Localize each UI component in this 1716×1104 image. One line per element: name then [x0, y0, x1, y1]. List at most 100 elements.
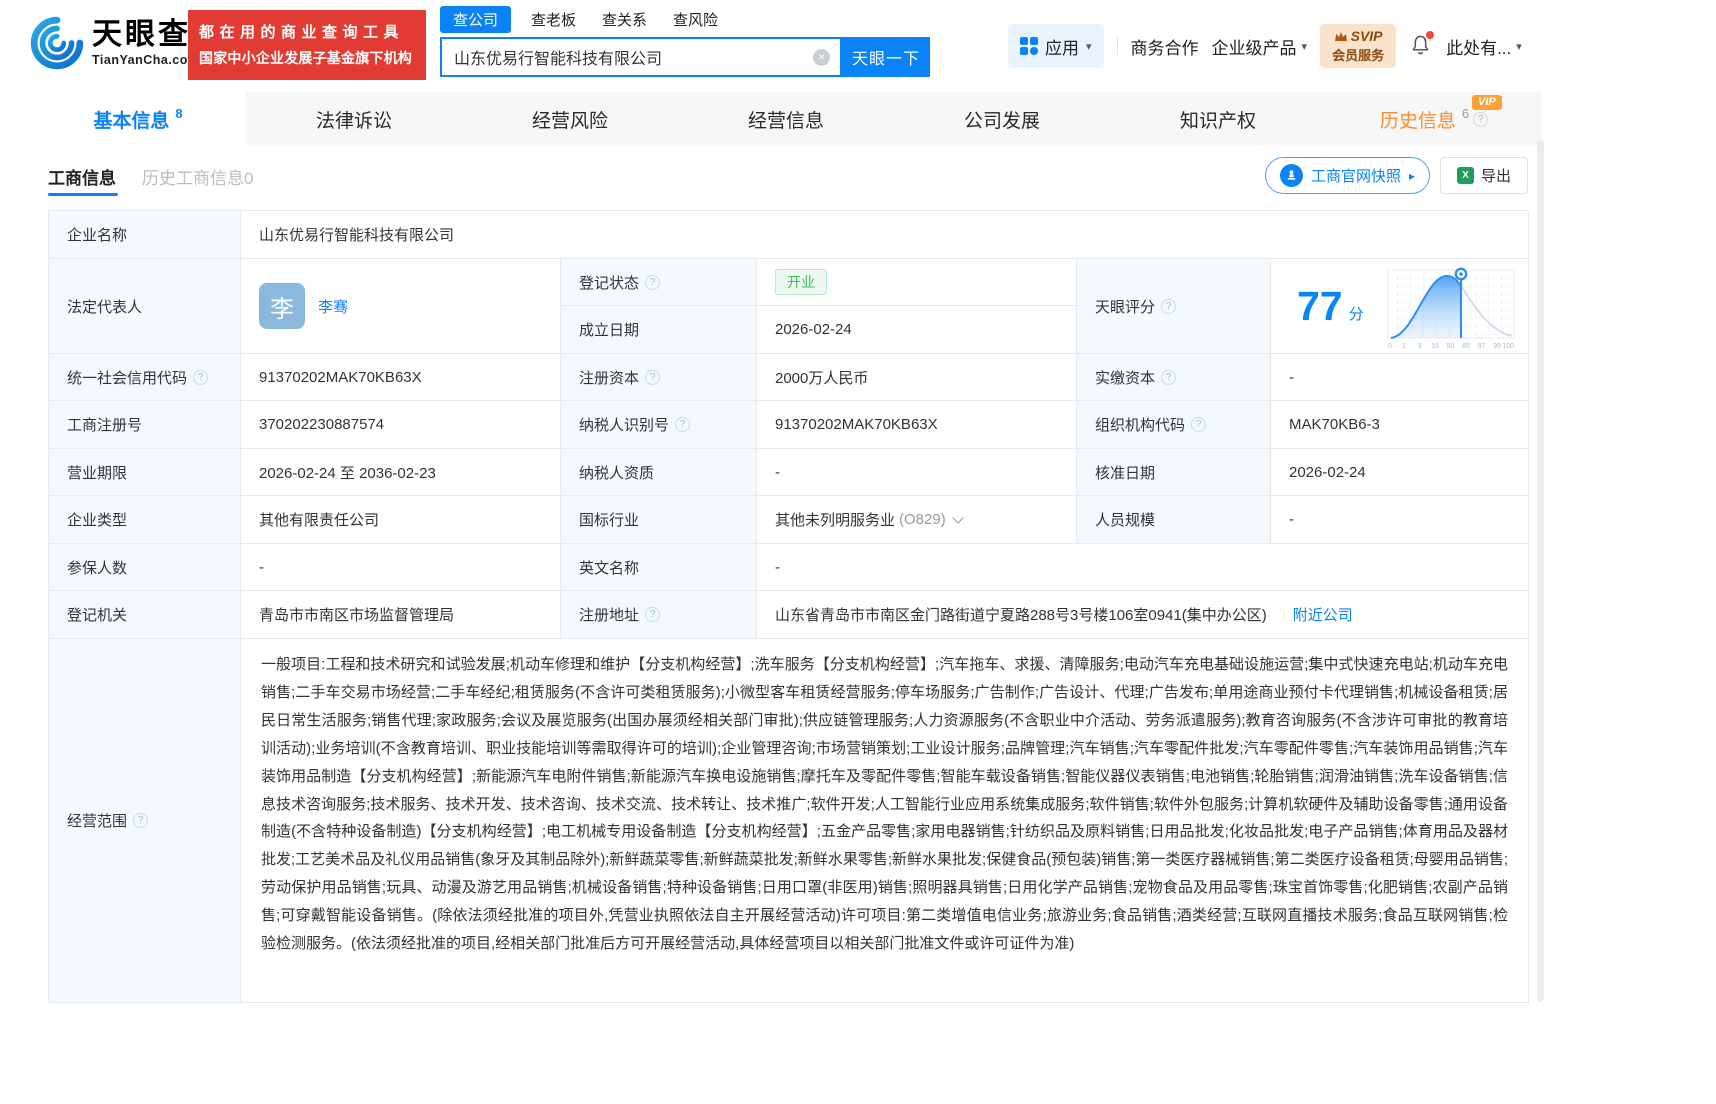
search-tab-risk[interactable]: 查风险 — [673, 9, 718, 30]
header: 天眼查 TianYanCha.com 都在用的商业查询工具 国家中小企业发展子基… — [0, 0, 1716, 92]
official-snapshot-button[interactable]: 工商官网快照 ▸ — [1265, 157, 1430, 194]
credit-code-value: 91370202MAK70KB63X — [241, 354, 561, 401]
insured-count-value: - — [241, 544, 561, 591]
business-scope-label-text: 经营范围 — [67, 810, 127, 831]
status-badge: 开业 — [775, 269, 827, 296]
legal-rep-link[interactable]: 李骞 — [318, 296, 348, 317]
reg-capital-label: 注册资本 ? — [561, 354, 757, 401]
search-tab-relation[interactable]: 查关系 — [602, 9, 647, 30]
tab-ip-label: 知识产权 — [1180, 106, 1256, 133]
business-scope-label: 经营范围 ? — [49, 639, 241, 1003]
clear-icon[interactable]: × — [813, 49, 830, 66]
chart-x-ticks: 0 1 3 15 50 85 97 99 100 — [1388, 343, 1514, 350]
tab-basic-label: 基本信息 — [93, 106, 169, 133]
help-icon[interactable]: ? — [133, 813, 148, 828]
chevron-down-icon — [952, 512, 963, 523]
company-type-label: 企业类型 — [49, 496, 241, 544]
help-icon[interactable]: ? — [1161, 299, 1176, 314]
promo-banner: 都在用的商业查询工具 国家中小企业发展子基金旗下机构 — [188, 10, 426, 80]
reg-status-label: 登记状态 ? — [561, 259, 757, 306]
vip-badge: VIP — [1472, 95, 1502, 110]
paid-capital-label: 实缴资本 ? — [1077, 354, 1271, 401]
business-cooperation-link[interactable]: 商务合作 — [1131, 34, 1199, 59]
org-code-value: MAK70KB6-3 — [1271, 401, 1529, 449]
subtab-history-business-info[interactable]: 历史工商信息0 — [142, 164, 253, 189]
tab-operating-risk[interactable]: 经营风险 — [462, 92, 678, 146]
legal-rep-label: 法定代表人 — [49, 259, 241, 354]
tab-intellectual-property[interactable]: 知识产权 — [1110, 92, 1326, 146]
apps-grid-icon — [1020, 37, 1038, 55]
reg-number-label: 工商注册号 — [49, 401, 241, 449]
help-icon[interactable]: ? — [675, 417, 690, 432]
notifications-button[interactable] — [1409, 33, 1433, 59]
nearby-companies-link[interactable]: 附近公司 — [1293, 604, 1353, 625]
reg-capital-label-text: 注册资本 — [579, 367, 639, 388]
taxpayer-id-label-text: 纳税人识别号 — [579, 414, 669, 435]
enterprise-products-label: 企业级产品 — [1212, 34, 1297, 59]
help-icon[interactable]: ? — [193, 370, 208, 385]
brand-name: 天眼查 — [92, 19, 200, 51]
excel-icon: X — [1457, 167, 1474, 184]
search-tab-boss[interactable]: 查老板 — [531, 9, 576, 30]
svg-text:85: 85 — [1462, 343, 1470, 350]
business-scope-cell: 一般项目:工程和技术研究和试验发展;机动车修理和维护【分支机构经营】;洗车服务【… — [241, 639, 1529, 1003]
help-icon[interactable]: ? — [1473, 112, 1488, 127]
help-icon[interactable]: ? — [1191, 417, 1206, 432]
help-icon[interactable]: ? — [645, 275, 660, 290]
org-code-label-text: 组织机构代码 — [1095, 414, 1185, 435]
english-name-value: - — [757, 544, 1529, 591]
industry-cell: 其他未列明服务业 (O829) — [757, 496, 1077, 544]
subtab-business-info[interactable]: 工商信息 — [48, 164, 116, 189]
paid-capital-value: - — [1271, 354, 1529, 401]
tab-basic-count: 8 — [175, 106, 182, 121]
help-icon[interactable]: ? — [1161, 370, 1176, 385]
org-code-label: 组织机构代码 ? — [1077, 401, 1271, 449]
tab-legal-proceedings[interactable]: 法律诉讼 — [246, 92, 462, 146]
tab-operation-label: 经营信息 — [748, 106, 824, 133]
search-input[interactable] — [442, 39, 840, 75]
company-name-label: 企业名称 — [49, 211, 241, 259]
enterprise-products-menu[interactable]: 企业级产品 ▾ — [1212, 34, 1308, 59]
svg-text:50: 50 — [1447, 343, 1455, 350]
score-label: 天眼评分 ? — [1077, 259, 1271, 354]
paid-capital-label-text: 实缴资本 — [1095, 367, 1155, 388]
help-icon[interactable]: ? — [645, 370, 660, 385]
search-tab-company[interactable]: 查公司 — [440, 6, 511, 33]
help-icon[interactable]: ? — [645, 607, 660, 622]
tab-history-info[interactable]: VIP 历史信息 6 ? — [1326, 92, 1542, 146]
promo-line1: 都在用的商业查询工具 — [199, 19, 415, 46]
address-label: 注册地址 ? — [561, 591, 757, 639]
tab-history-count: 6 — [1462, 106, 1469, 121]
industry-expand[interactable]: 其他未列明服务业 (O829) — [775, 509, 962, 530]
divider — [1117, 37, 1118, 55]
svip-member-button[interactable]: SVIP 会员服务 — [1320, 24, 1396, 68]
svg-text:0: 0 — [1388, 343, 1392, 350]
insured-count-label: 参保人数 — [49, 544, 241, 591]
establish-date-label: 成立日期 — [561, 306, 757, 354]
company-name-value: 山东优易行智能科技有限公司 — [241, 211, 1529, 259]
search-button[interactable]: 天眼一下 — [842, 37, 930, 77]
legal-rep-avatar[interactable]: 李 — [259, 283, 305, 329]
taxpayer-id-label: 纳税人识别号 ? — [561, 401, 757, 449]
tab-legal-label: 法律诉讼 — [316, 106, 392, 133]
user-menu[interactable]: 此处有... ▾ — [1446, 34, 1522, 59]
search-input-wrap: × — [440, 37, 842, 77]
export-button[interactable]: X 导出 — [1440, 157, 1528, 194]
crown-icon — [1334, 31, 1348, 42]
tab-company-development[interactable]: 公司发展 — [894, 92, 1110, 146]
tab-basic-info[interactable]: 基本信息 8 — [30, 92, 246, 146]
search-tabs: 查公司 查老板 查关系 查风险 — [440, 6, 930, 33]
reg-number-value: 370202230887574 — [241, 401, 561, 449]
tianyancha-logo-icon — [30, 16, 84, 70]
scrollbar[interactable] — [1537, 140, 1544, 1002]
search-area: 查公司 查老板 查关系 查风险 × 天眼一下 — [440, 6, 930, 77]
reg-status-label-text: 登记状态 — [579, 272, 639, 293]
business-info-table: 企业名称 山东优易行智能科技有限公司 法定代表人 李 李骞 登记状态 ? 开业 … — [48, 210, 1528, 1003]
tianyancha-logo[interactable]: 天眼查 TianYanCha.com — [30, 16, 200, 70]
tab-operating-info[interactable]: 经营信息 — [678, 92, 894, 146]
apps-menu-button[interactable]: 应用 ▾ — [1008, 24, 1104, 68]
legal-rep-cell: 李 李骞 — [241, 259, 561, 354]
industry-code: (O829) — [899, 511, 946, 528]
active-subtab-underline — [48, 193, 118, 196]
export-label: 导出 — [1481, 165, 1511, 186]
